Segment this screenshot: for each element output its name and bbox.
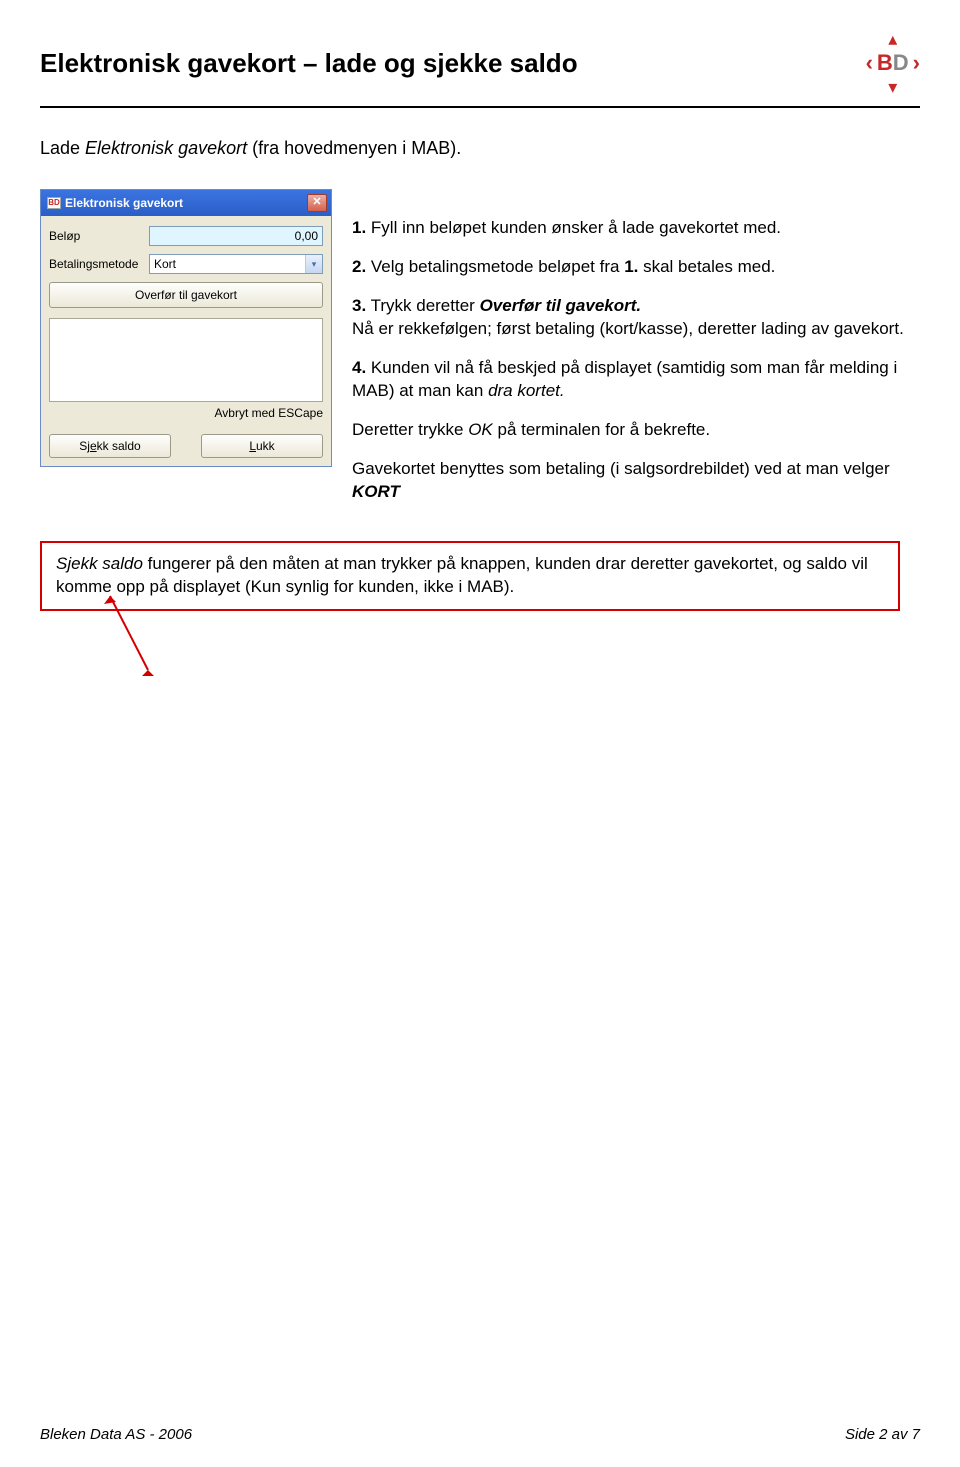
step-4: 4. Kunden vil nå få beskjed på displayet… (352, 357, 920, 403)
transfer-button[interactable]: Overfør til gavekort (49, 282, 323, 308)
intro-text: Lade Elektronisk gavekort (fra hovedmeny… (40, 138, 920, 159)
check-balance-button[interactable]: Sjekk saldo (49, 434, 171, 458)
chevron-down-icon: ▾ (305, 255, 322, 273)
method-label: Betalingsmetode (49, 257, 149, 271)
esc-label: Avbryt med ESCape (49, 406, 323, 420)
logo: ▴ ‹ BD › ▾ (866, 30, 920, 96)
step-2: 2. Velg betalingsmetode beløpet fra 1. s… (352, 256, 920, 279)
instructions: 1. Fyll inn beløpet kunden ønsker å lade… (352, 189, 920, 519)
chevron-up-icon: ▴ (888, 30, 897, 48)
page-title: Elektronisk gavekort – lade og sjekke sa… (40, 48, 578, 79)
app-icon: BD (47, 197, 61, 209)
close-icon[interactable]: ✕ (307, 194, 327, 212)
close-button[interactable]: Lukk (201, 434, 323, 458)
message-area (49, 318, 323, 402)
step-4b: Deretter trykke OK på terminalen for å b… (352, 419, 920, 442)
step-1: 1. Fyll inn beløpet kunden ønsker å lade… (352, 217, 920, 240)
dialog-window: BD Elektronisk gavekort ✕ Beløp Betaling… (40, 189, 332, 467)
footer-left: Bleken Data AS - 2006 (40, 1426, 192, 1443)
callout-box: Sjekk saldo fungerer på den måten at man… (40, 541, 900, 611)
divider (40, 106, 920, 108)
footer-right: Side 2 av 7 (845, 1426, 920, 1443)
chevron-down-icon: ▾ (888, 78, 897, 96)
dialog-titlebar[interactable]: BD Elektronisk gavekort ✕ (41, 190, 331, 216)
method-select[interactable]: Kort ▾ (149, 254, 323, 274)
step-3: 3. Trykk deretter Overfør til gavekort.N… (352, 295, 920, 341)
method-value: Kort (154, 257, 176, 271)
amount-input[interactable] (149, 226, 323, 246)
amount-label: Beløp (49, 229, 149, 243)
dialog-title: Elektronisk gavekort (65, 196, 183, 210)
step-5: Gavekortet benyttes som betaling (i salg… (352, 458, 920, 504)
